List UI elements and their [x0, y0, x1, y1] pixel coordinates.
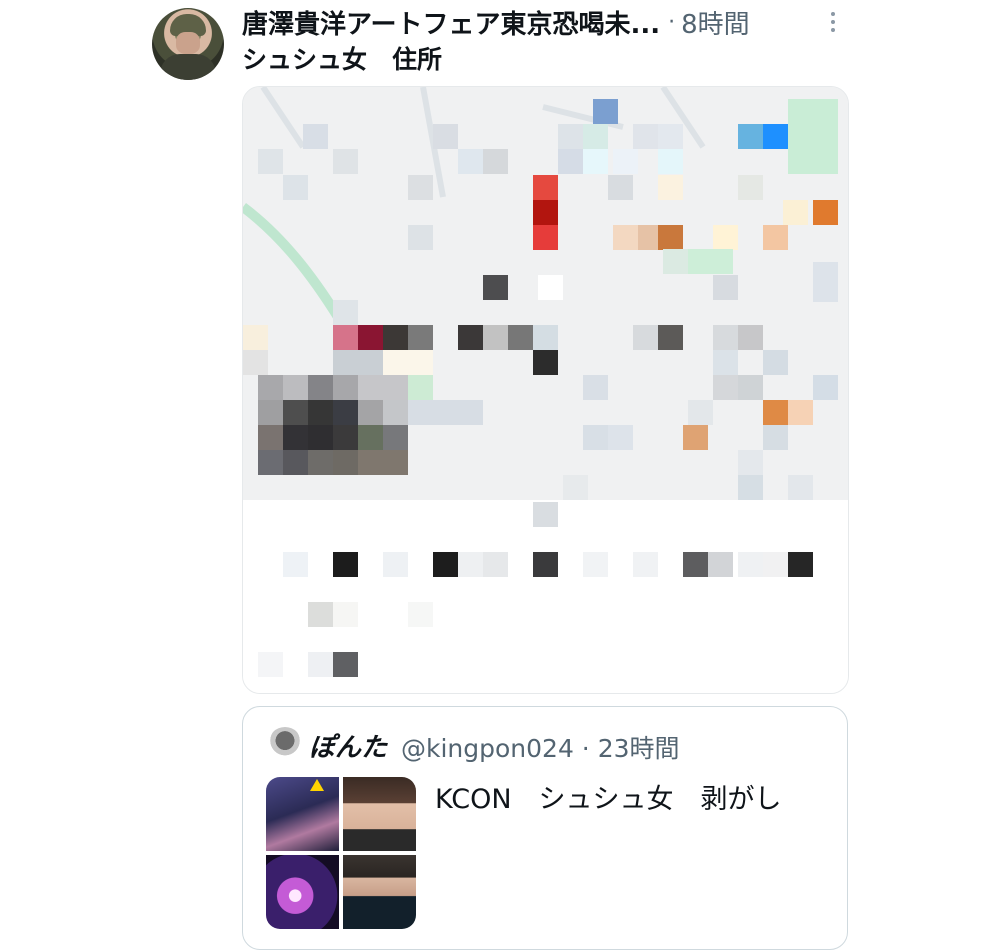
- quoted-media-image-1[interactable]: [266, 777, 339, 851]
- author-avatar[interactable]: [152, 8, 224, 80]
- tweet-header: 唐澤貴洋アートフェア東京恐喝未... · 8時間: [242, 4, 842, 40]
- quoted-media-grid[interactable]: [266, 777, 416, 929]
- quoted-author-name[interactable]: ぽんた: [309, 727, 387, 764]
- quoted-media-image-4[interactable]: [343, 855, 416, 929]
- quoted-tweet[interactable]: ぽんた @kingpon024 · 23時間 KCON シュシュ女 剥がし: [242, 706, 848, 950]
- more-vertical-icon[interactable]: [822, 8, 844, 36]
- quoted-handle-and-time[interactable]: @kingpon024 · 23時間: [401, 729, 680, 765]
- quoted-author-avatar[interactable]: [268, 727, 302, 761]
- avatar-body: [160, 54, 216, 80]
- quoted-media-image-3[interactable]: [266, 855, 339, 929]
- pixelated-map-image: [243, 87, 848, 693]
- quoted-media-image-2[interactable]: [343, 777, 416, 851]
- tweet-media-pixelated-map[interactable]: [242, 86, 849, 694]
- quoted-tweet-text: KCON シュシュ女 剥がし: [435, 784, 782, 815]
- tweet-timestamp[interactable]: 8時間: [681, 4, 750, 41]
- avatar-face: [176, 32, 200, 54]
- author-name[interactable]: 唐澤貴洋アートフェア東京恐喝未...: [242, 4, 660, 41]
- star-icon: [310, 779, 324, 791]
- header-separator: ·: [668, 9, 676, 35]
- tweet-text: シュシュ女 住所: [242, 45, 443, 74]
